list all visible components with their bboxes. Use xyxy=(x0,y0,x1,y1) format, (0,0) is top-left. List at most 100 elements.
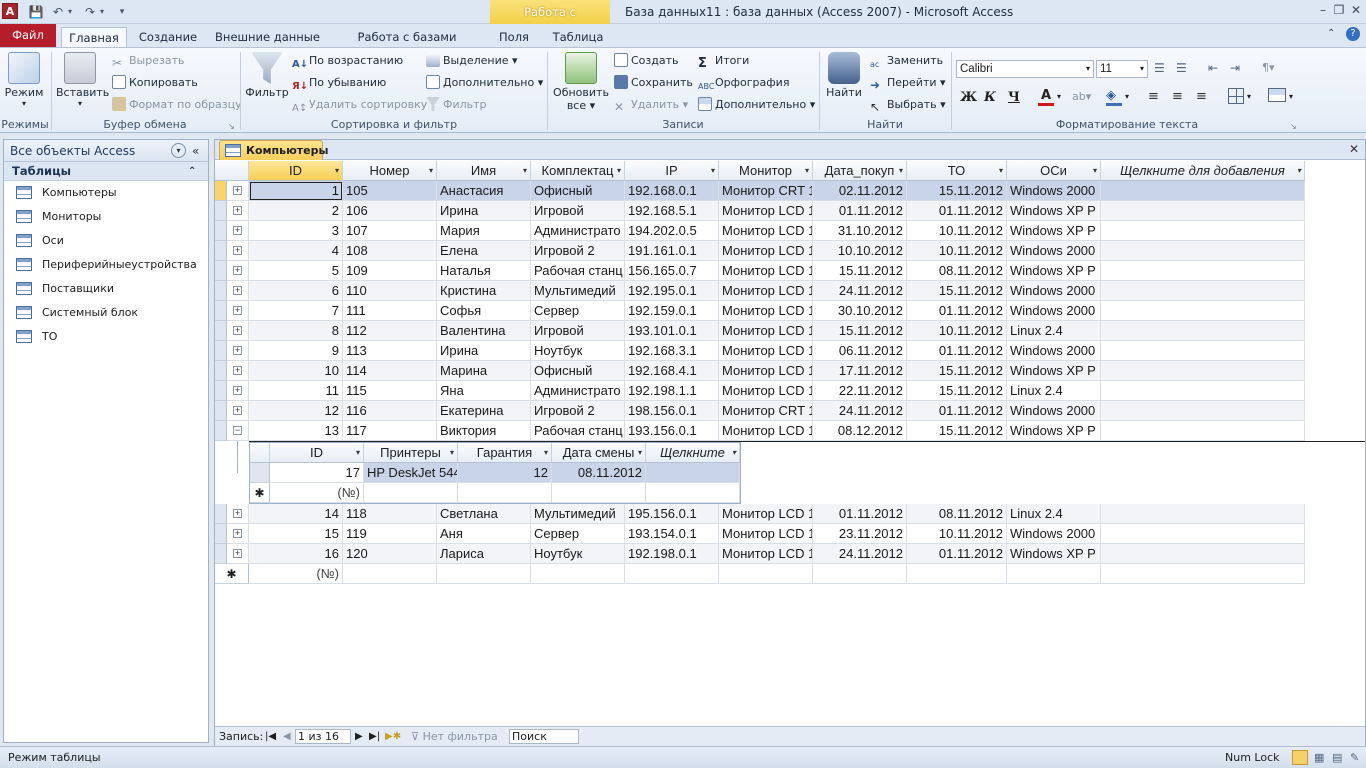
align-right-icon[interactable]: ≡ xyxy=(1196,89,1207,104)
subdatasheet-toggle[interactable]: + xyxy=(227,524,249,544)
table-cell[interactable] xyxy=(1101,221,1305,241)
table-cell[interactable]: Монитор LCD 1 xyxy=(719,341,813,361)
subdatasheet-toggle[interactable]: + xyxy=(227,221,249,241)
table-cell[interactable]: 113 xyxy=(343,341,437,361)
record-selector[interactable] xyxy=(215,524,227,544)
table-cell[interactable] xyxy=(813,564,907,584)
table-cell[interactable]: 192.159.0.1 xyxy=(625,301,719,321)
table-cell[interactable]: 156.165.0.7 xyxy=(625,261,719,281)
table-cell[interactable] xyxy=(1101,381,1305,401)
table-cell[interactable]: 13 xyxy=(249,421,343,441)
record-selector[interactable] xyxy=(215,421,227,441)
column-header[interactable]: Номер ▾ xyxy=(343,161,437,181)
table-cell[interactable]: 15.11.2012 xyxy=(907,281,1007,301)
column-header[interactable]: Щелкните ▾ xyxy=(646,443,740,463)
column-header[interactable]: Имя ▾ xyxy=(437,161,531,181)
next-record-icon[interactable]: ▶ xyxy=(355,727,363,746)
table-cell[interactable]: 10.11.2012 xyxy=(907,524,1007,544)
table-cell[interactable]: 01.11.2012 xyxy=(907,201,1007,221)
table-cell[interactable]: 192.168.5.1 xyxy=(625,201,719,221)
table-cell[interactable] xyxy=(646,483,740,503)
column-dropdown-icon[interactable]: ▾ xyxy=(638,443,642,463)
table-cell[interactable]: 24.11.2012 xyxy=(813,281,907,301)
table-cell[interactable]: 08.11.2012 xyxy=(907,261,1007,281)
fill-color-icon[interactable]: ◈ xyxy=(1106,88,1122,106)
refresh-all-button[interactable]: Обновить все ▾ xyxy=(553,52,609,112)
column-dropdown-icon[interactable]: ▾ xyxy=(732,443,736,463)
table-cell[interactable]: 10.11.2012 xyxy=(907,241,1007,261)
table-cell[interactable]: Игровой 2 xyxy=(531,241,625,261)
table-cell[interactable] xyxy=(1101,524,1305,544)
table-row[interactable]: +15 119 Аня Сервер 193.154.0.1 Монитор LCD 12… xyxy=(215,524,1305,544)
tab-create[interactable]: Создание xyxy=(134,27,202,48)
remove-sort-button[interactable]: A↕ Удалить сортировку xyxy=(292,96,427,114)
goto-button[interactable]: ➜ Перейти ▾ xyxy=(870,74,946,92)
table-cell[interactable] xyxy=(1101,321,1305,341)
table-row[interactable]: +3 107 Мария Администрато 194.202.0.5 Монитор… xyxy=(215,221,1305,241)
table-cell[interactable]: 198.156.0.1 xyxy=(625,401,719,421)
record-selector[interactable] xyxy=(215,381,227,401)
font-color-icon[interactable]: A xyxy=(1038,88,1054,106)
table-cell[interactable] xyxy=(552,483,646,503)
expand-icon[interactable]: + xyxy=(233,306,242,315)
gridlines-icon[interactable] xyxy=(1228,88,1244,104)
table-cell[interactable]: Монитор LCD 1 xyxy=(719,261,813,281)
table-cell[interactable] xyxy=(343,564,437,584)
table-cell[interactable]: 4 xyxy=(249,241,343,261)
subdatasheet-toggle[interactable]: + xyxy=(227,181,249,201)
nav-item-suppliers[interactable]: Поставщики xyxy=(4,277,208,301)
align-center-icon[interactable]: ≡ xyxy=(1172,89,1183,104)
subdatasheet-toggle[interactable]: + xyxy=(227,241,249,261)
subdatasheet-toggle[interactable]: + xyxy=(227,321,249,341)
help-icon[interactable]: ? xyxy=(1346,27,1360,41)
table-cell[interactable]: 5 xyxy=(249,261,343,281)
column-dropdown-icon[interactable]: ▾ xyxy=(999,161,1003,181)
table-cell[interactable] xyxy=(1101,544,1305,564)
table-cell[interactable]: Linux 2.4 xyxy=(1007,321,1101,341)
column-header[interactable]: Гарантия ▾ xyxy=(458,443,552,463)
table-cell[interactable]: 15.11.2012 xyxy=(813,261,907,281)
table-row[interactable]: 17 HP DeskJet 544 12 08.11.2012 xyxy=(250,463,740,483)
table-cell[interactable]: Администрато xyxy=(531,221,625,241)
table-cell[interactable] xyxy=(719,564,813,584)
table-row[interactable]: +14 118 Светлана Мультимедий 195.156.0.1 Мони… xyxy=(215,504,1305,524)
table-cell[interactable]: 02.11.2012 xyxy=(813,181,907,201)
increase-indent-icon[interactable]: ⇥ xyxy=(1230,61,1246,77)
table-cell[interactable]: 01.11.2012 xyxy=(907,301,1007,321)
expand-icon[interactable]: + xyxy=(233,549,242,558)
column-header[interactable]: ОСи ▾ xyxy=(1007,161,1101,181)
column-dropdown-icon[interactable]: ▾ xyxy=(711,161,715,181)
new-record-button[interactable]: Создать xyxy=(614,52,679,70)
table-cell[interactable]: Сервер xyxy=(531,524,625,544)
selection-button[interactable]: Выделение ▾ xyxy=(426,52,518,70)
dialog-launcher-icon[interactable]: ↘ xyxy=(228,122,235,131)
column-header[interactable]: ID ▾ xyxy=(270,443,364,463)
table-cell[interactable]: 192.168.3.1 xyxy=(625,341,719,361)
table-cell[interactable]: 192.168.0.1 xyxy=(625,181,719,201)
table-cell[interactable]: Игровой xyxy=(531,201,625,221)
subdatasheet-toggle[interactable]: + xyxy=(227,361,249,381)
table-cell[interactable]: Windows XP P xyxy=(1007,261,1101,281)
bullets-icon[interactable]: ☰ xyxy=(1154,61,1170,77)
column-dropdown-icon[interactable]: ▾ xyxy=(356,443,360,463)
table-cell[interactable]: Монитор LCD 1 xyxy=(719,421,813,441)
table-cell[interactable]: Ноутбук xyxy=(531,341,625,361)
table-cell[interactable]: 193.156.0.1 xyxy=(625,421,719,441)
expand-icon[interactable]: + xyxy=(233,286,242,295)
table-cell[interactable]: 192.168.4.1 xyxy=(625,361,719,381)
font-size-select[interactable]: 11 ▾ xyxy=(1096,60,1148,78)
table-cell[interactable] xyxy=(1101,301,1305,321)
table-cell[interactable]: 111 xyxy=(343,301,437,321)
table-cell[interactable]: Windows XP P xyxy=(1007,221,1101,241)
tab-table[interactable]: Таблица xyxy=(548,27,608,48)
expand-icon[interactable]: + xyxy=(233,326,242,335)
table-cell[interactable]: Рабочая станц xyxy=(531,261,625,281)
table-cell[interactable] xyxy=(625,564,719,584)
column-dropdown-icon[interactable]: ▾ xyxy=(335,161,339,181)
sort-descending-button[interactable]: Я↓По убыванию xyxy=(292,74,386,92)
column-dropdown-icon[interactable]: ▾ xyxy=(523,161,527,181)
table-cell[interactable]: Монитор LCD 1 xyxy=(719,361,813,381)
table-cell[interactable]: 12 xyxy=(458,463,552,483)
table-row[interactable]: +4 108 Елена Игровой 2 191.161.0.1 Монитор LC… xyxy=(215,241,1305,261)
table-cell[interactable]: Мультимедий xyxy=(531,281,625,301)
